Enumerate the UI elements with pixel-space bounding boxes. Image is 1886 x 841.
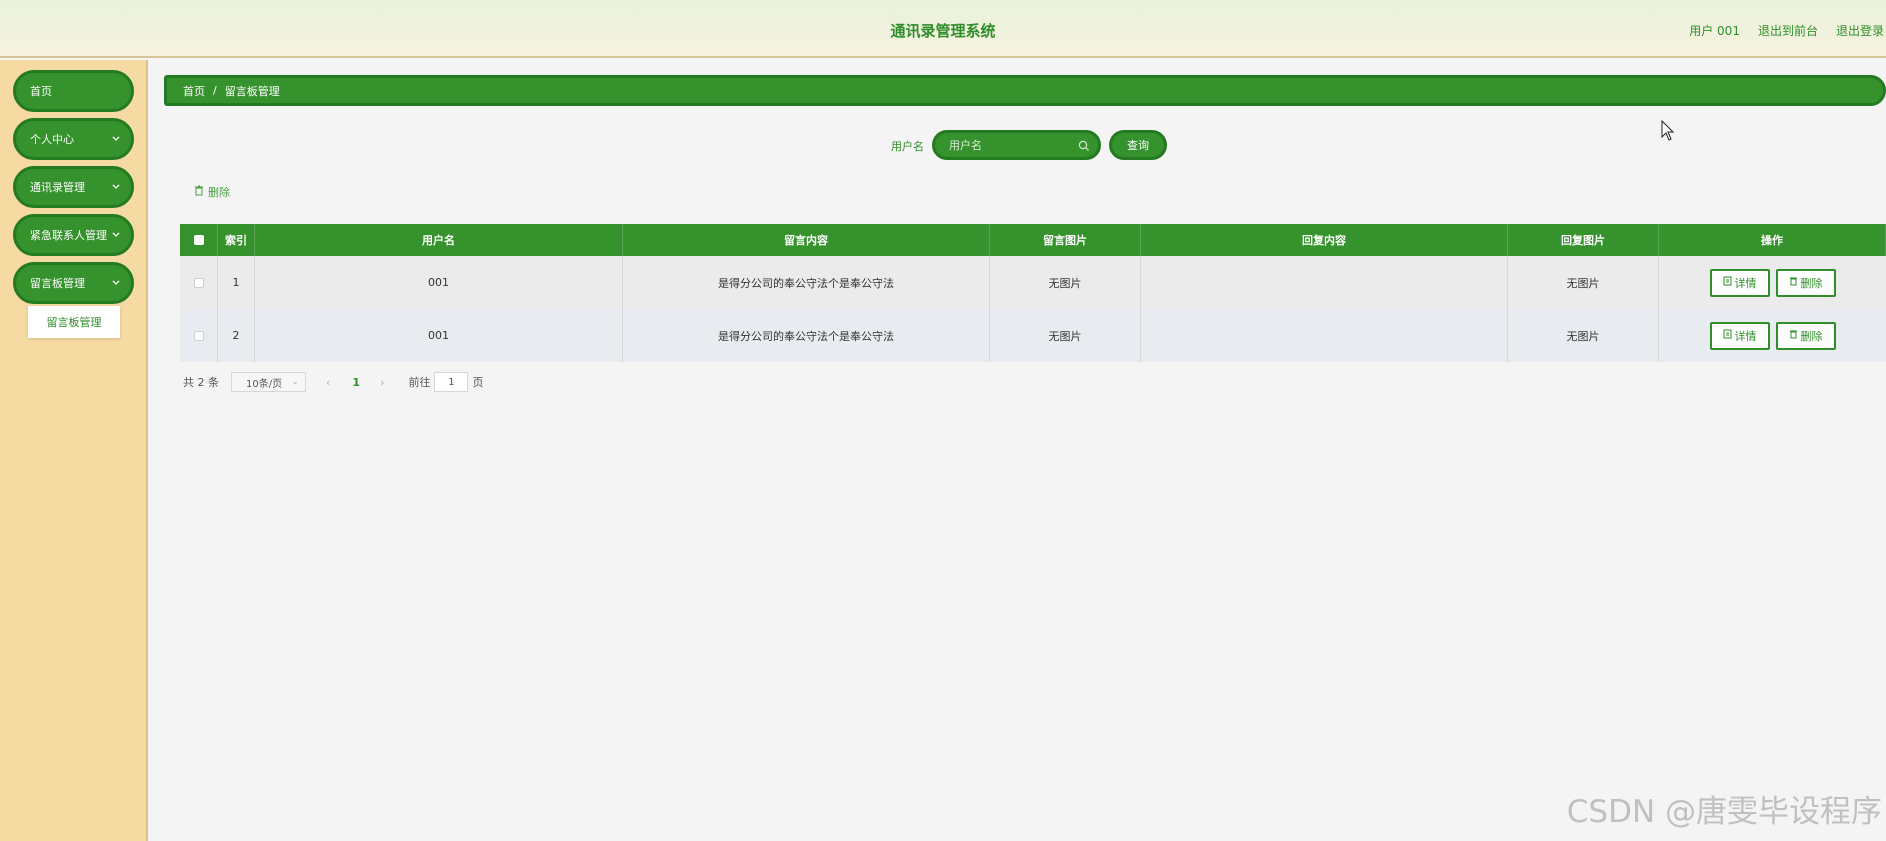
message-table: 索引 用户名 留言内容 留言图片 回复内容 回复图片 操作 1 001 是得分公… bbox=[180, 224, 1886, 362]
select-all-checkbox[interactable] bbox=[193, 235, 204, 245]
header-cell-reply-image: 回复图片 bbox=[1508, 224, 1659, 256]
detail-label: 详情 bbox=[1734, 276, 1757, 290]
chevron-down-icon bbox=[111, 182, 121, 192]
row-select-cell bbox=[180, 256, 218, 309]
document-icon bbox=[1723, 329, 1732, 342]
logout-link[interactable]: 退出登录 bbox=[1836, 22, 1884, 39]
chevron-down-icon bbox=[111, 278, 121, 288]
cell-content: 是得分公司的奉公守法个是奉公守法 bbox=[623, 256, 990, 309]
search-label: 用户名 bbox=[891, 140, 924, 153]
sidebar-item-home[interactable]: 首页 bbox=[13, 70, 134, 112]
trash-icon bbox=[194, 185, 204, 199]
goto-label: 前往 bbox=[408, 376, 431, 389]
cell-actions: 详情 删除 bbox=[1659, 309, 1886, 362]
sidebar-item-emergency-contacts[interactable]: 紧急联系人管理 bbox=[13, 214, 134, 256]
breadcrumb-separator: / bbox=[213, 84, 217, 97]
goto-page-input[interactable]: 1 bbox=[434, 372, 469, 392]
row-checkbox[interactable] bbox=[193, 330, 204, 341]
trash-icon bbox=[1789, 276, 1798, 289]
page-size-value: 10条/页 bbox=[246, 378, 283, 390]
page-size-select[interactable]: 10条/页 ⌄ bbox=[231, 372, 306, 392]
goto-suffix: 页 bbox=[472, 376, 484, 389]
header-cell-image: 留言图片 bbox=[990, 224, 1141, 256]
search-icon bbox=[1078, 140, 1090, 152]
detail-button[interactable]: 详情 bbox=[1709, 268, 1770, 297]
cell-index: 2 bbox=[218, 309, 255, 362]
header-cell-actions: 操作 bbox=[1659, 224, 1886, 256]
pagination-total: 共 2 条 bbox=[183, 376, 219, 389]
row-select-cell bbox=[180, 309, 218, 362]
sidebar-item-label: 个人中心 bbox=[30, 133, 74, 146]
header-cell-index: 索引 bbox=[218, 224, 255, 256]
cell-reply-image: 无图片 bbox=[1508, 256, 1659, 309]
batch-delete-button[interactable]: 删除 bbox=[194, 184, 230, 200]
sidebar-item-message-board[interactable]: 留言板管理 bbox=[13, 262, 134, 304]
prev-page-button[interactable]: ‹ bbox=[326, 376, 330, 389]
cell-username: 001 bbox=[255, 256, 623, 309]
query-button[interactable]: 查询 bbox=[1109, 130, 1167, 160]
cell-actions: 详情 删除 bbox=[1659, 256, 1886, 309]
table-row: 2 001 是得分公司的奉公守法个是奉公守法 无图片 无图片 详情 删除 bbox=[180, 309, 1886, 362]
sidebar-item-label: 首页 bbox=[30, 85, 52, 98]
table-header: 索引 用户名 留言内容 留言图片 回复内容 回复图片 操作 bbox=[180, 224, 1886, 256]
breadcrumb-current: 留言板管理 bbox=[224, 84, 280, 98]
cell-image: 无图片 bbox=[990, 309, 1141, 362]
trash-icon bbox=[1789, 329, 1798, 342]
submenu-message-board-management[interactable]: 留言板管理 bbox=[28, 306, 120, 338]
next-page-button[interactable]: › bbox=[380, 376, 384, 389]
cell-index: 1 bbox=[218, 256, 255, 309]
sidebar-item-label: 紧急联系人管理 bbox=[30, 229, 107, 242]
search-placeholder: 用户名 bbox=[949, 139, 982, 152]
header-links: 用户 001 退出到前台 退出登录 bbox=[1689, 22, 1884, 39]
table-row: 1 001 是得分公司的奉公守法个是奉公守法 无图片 无图片 详情 删除 bbox=[180, 256, 1886, 309]
row-checkbox[interactable] bbox=[193, 277, 204, 288]
watermark: CSDN @唐雯毕设程序 bbox=[1566, 794, 1882, 830]
top-header: 通讯录管理系统 用户 001 退出到前台 退出登录 bbox=[0, 0, 1886, 58]
chevron-down-icon bbox=[111, 230, 121, 240]
sidebar: 首页 个人中心 通讯录管理 紧急联系人管理 留言板管理 bbox=[0, 60, 148, 841]
sidebar-item-personal-center[interactable]: 个人中心 bbox=[13, 118, 134, 160]
chevron-down-icon bbox=[111, 134, 121, 144]
breadcrumb-home[interactable]: 首页 bbox=[183, 83, 205, 99]
sidebar-item-label: 通讯录管理 bbox=[30, 181, 85, 194]
delete-button[interactable]: 删除 bbox=[1775, 321, 1836, 350]
delete-label: 删除 bbox=[1800, 329, 1823, 343]
sidebar-item-contacts[interactable]: 通讯录管理 bbox=[13, 166, 134, 208]
batch-delete-label: 删除 bbox=[208, 186, 230, 199]
cell-reply-image: 无图片 bbox=[1508, 309, 1659, 362]
document-icon bbox=[1723, 276, 1732, 289]
header-cell-username: 用户名 bbox=[255, 224, 623, 256]
breadcrumb: 首页 / 留言板管理 bbox=[164, 75, 1886, 106]
mouse-cursor-icon bbox=[1661, 119, 1675, 142]
header-cell-content: 留言内容 bbox=[623, 224, 990, 256]
cell-reply bbox=[1141, 256, 1508, 309]
page-number-current[interactable]: 1 bbox=[352, 376, 360, 389]
pagination: 共 2 条 10条/页 ⌄ ‹ 1 › 前往 1 页 bbox=[183, 372, 483, 392]
detail-button[interactable]: 详情 bbox=[1709, 321, 1770, 350]
sidebar-item-label: 留言板管理 bbox=[30, 277, 85, 290]
chevron-down-icon: ⌄ bbox=[291, 377, 299, 387]
detail-label: 详情 bbox=[1734, 329, 1757, 343]
header-cell-select bbox=[180, 224, 218, 256]
delete-label: 删除 bbox=[1800, 276, 1823, 290]
cell-content: 是得分公司的奉公守法个是奉公守法 bbox=[623, 309, 990, 362]
cell-username: 001 bbox=[255, 309, 623, 362]
delete-button[interactable]: 删除 bbox=[1775, 268, 1836, 297]
app-title: 通讯录管理系统 bbox=[890, 22, 996, 40]
exit-to-front-link[interactable]: 退出到前台 bbox=[1758, 22, 1818, 39]
header-cell-reply: 回复内容 bbox=[1141, 224, 1508, 256]
search-input[interactable]: 用户名 bbox=[932, 130, 1101, 160]
cell-image: 无图片 bbox=[990, 256, 1141, 309]
cell-reply bbox=[1141, 309, 1508, 362]
user-label[interactable]: 用户 001 bbox=[1689, 22, 1740, 39]
